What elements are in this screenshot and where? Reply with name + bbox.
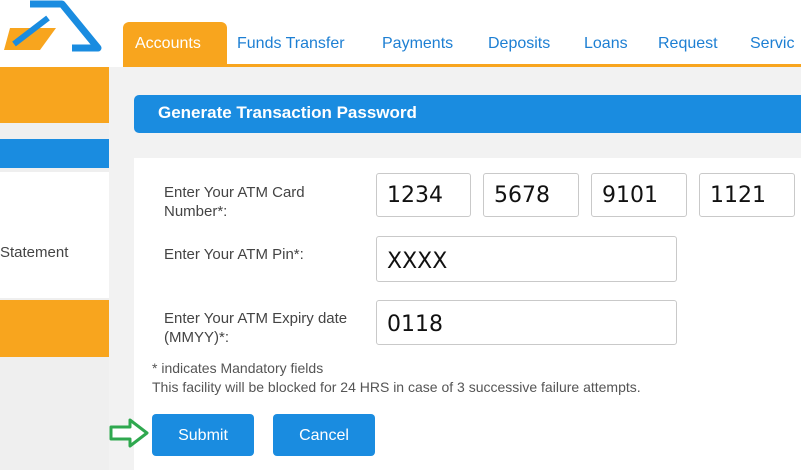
- atm-card-input-4[interactable]: 1121: [699, 173, 795, 217]
- cancel-button[interactable]: Cancel: [273, 414, 375, 456]
- sidebar-item-active[interactable]: [0, 139, 109, 168]
- tab-loans[interactable]: Loans: [584, 22, 628, 64]
- block-warning-note: This facility will be blocked for 24 HRS…: [152, 379, 641, 395]
- sidebar-item-bottom[interactable]: [0, 300, 109, 357]
- atm-card-input-3[interactable]: 9101: [591, 173, 687, 217]
- atm-pin-label: Enter Your ATM Pin*:: [164, 246, 304, 263]
- sidebar-item-statement[interactable]: Statement: [0, 244, 68, 261]
- tab-funds-transfer[interactable]: Funds Transfer: [237, 22, 345, 64]
- tab-payments[interactable]: Payments: [382, 22, 453, 64]
- submit-button[interactable]: Submit: [152, 414, 254, 456]
- tab-request[interactable]: Request: [658, 22, 718, 64]
- expiry-label: Enter Your ATM Expiry date (MMYY)*:: [164, 310, 348, 346]
- expiry-input[interactable]: 0118: [376, 300, 677, 345]
- bank-logo: [4, 0, 102, 52]
- sidebar-item-top[interactable]: [0, 67, 109, 123]
- tab-deposits[interactable]: Deposits: [488, 22, 550, 64]
- mandatory-note: * indicates Mandatory fields: [152, 360, 324, 376]
- main-nav: Accounts Funds Transfer Payments Deposit…: [123, 22, 801, 64]
- panel-title: Generate Transaction Password: [158, 103, 417, 122]
- tab-services[interactable]: Servic: [750, 22, 794, 64]
- atm-card-input-1[interactable]: 1234: [376, 173, 471, 217]
- atm-pin-input[interactable]: XXXX: [376, 236, 677, 282]
- atm-card-input-2[interactable]: 5678: [483, 173, 579, 217]
- sidebar-item-statement-bg: [0, 172, 109, 298]
- tab-accounts[interactable]: Accounts: [123, 22, 227, 64]
- atm-card-label: Enter Your ATM Card Number*:: [164, 184, 305, 220]
- arrow-right-icon: [109, 418, 149, 448]
